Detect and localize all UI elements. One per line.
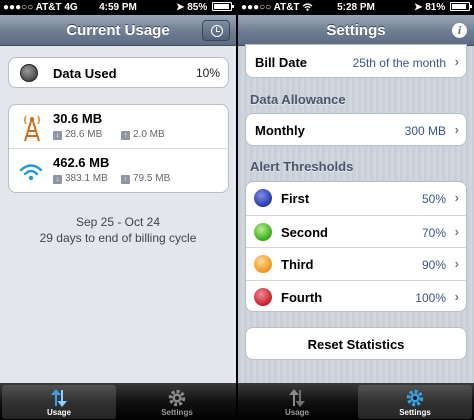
battery-icon — [450, 2, 472, 11]
wifi-down-value: 383.1 MB — [65, 173, 108, 184]
billing-range: Sep 25 - Oct 24 — [75, 215, 161, 229]
cellular-down: ↓ 28.6 MB — [53, 129, 102, 140]
tab-usage[interactable]: Usage — [2, 385, 116, 419]
threshold-label: Fourth — [281, 290, 323, 305]
location-icon: ➤ — [414, 2, 423, 13]
gear-icon — [406, 389, 424, 407]
chevron-right-icon: › — [454, 224, 459, 239]
tab-settings[interactable]: Settings — [120, 385, 234, 419]
threshold-color-icon — [254, 288, 272, 306]
data-used-card: Data Used 10% — [8, 57, 229, 88]
tab-settings-label: Settings — [399, 408, 431, 417]
threshold-value: 70% — [421, 226, 446, 240]
wifi-total: 462.6 MB — [53, 155, 110, 170]
chevron-right-icon: › — [454, 54, 459, 69]
wifi-icon — [19, 164, 43, 181]
data-used-value: 10% — [195, 66, 220, 80]
cellular-down-value: 28.6 MB — [65, 129, 103, 140]
page-title: Current Usage — [66, 22, 170, 39]
gear-icon — [168, 389, 186, 407]
download-icon: ↓ — [53, 131, 62, 140]
threshold-row-third[interactable]: Third 90% › — [246, 247, 466, 280]
section-data-allowance: Data Allowance — [250, 92, 346, 107]
cellular-up-value: 2.0 MB — [133, 129, 165, 140]
threshold-row-fourth[interactable]: Fourth 100% › — [246, 280, 466, 313]
tab-usage[interactable]: Usage — [240, 385, 354, 419]
download-icon: ↓ — [53, 175, 62, 184]
billing-remaining: 29 days to end of billing cycle — [39, 231, 197, 245]
data-used-label: Data Used — [53, 66, 117, 81]
bill-date-row[interactable]: Bill Date 25th of the month › — [246, 45, 466, 79]
tab-usage-label: Usage — [284, 408, 309, 417]
reset-statistics-button[interactable]: Reset Statistics — [245, 327, 467, 360]
tab-usage-label: Usage — [46, 408, 71, 417]
allowance-card: Monthly 300 MB › — [245, 113, 467, 146]
upload-icon: ↑ — [121, 131, 130, 140]
battery-percent: 81% — [425, 2, 446, 13]
threshold-value: 50% — [421, 192, 446, 206]
upload-icon: ↑ — [121, 175, 130, 184]
threshold-row-first[interactable]: First 50% › — [246, 182, 466, 215]
bill-date-value: 25th of the month — [352, 56, 446, 70]
nav-bar: Settings i — [238, 15, 474, 46]
threshold-color-icon — [254, 223, 272, 241]
cell-tower-icon — [24, 115, 40, 142]
tab-bar: Usage Settings — [0, 383, 236, 420]
battery-icon — [212, 2, 234, 11]
threshold-row-second[interactable]: Second 70% › — [246, 215, 466, 248]
settings-screen: ●●●○○ AT&T 5:28 PM ➤ 81% Settings i Bill… — [238, 0, 474, 420]
reset-statistics-label: Reset Statistics — [307, 337, 405, 352]
cellular-up: ↑ 2.0 MB — [121, 129, 165, 140]
battery-percent: 85% — [187, 2, 208, 13]
wifi-row: 462.6 MB ↓ 383.1 MB ↑ 79.5 MB — [9, 149, 228, 193]
threshold-label: First — [281, 191, 310, 206]
usage-arrows-icon — [51, 389, 67, 407]
page-title: Settings — [326, 22, 386, 39]
location-icon: ➤ — [176, 2, 185, 13]
wifi-up-value: 79.5 MB — [133, 173, 171, 184]
monthly-row[interactable]: Monthly 300 MB › — [246, 114, 466, 147]
chevron-right-icon: › — [454, 122, 459, 137]
usage-arrows-icon — [289, 389, 305, 407]
tab-bar: Usage Settings — [238, 383, 474, 420]
usage-breakdown-card: 30.6 MB ↓ 28.6 MB ↑ 2.0 MB 462.6 MB ↓ 383.1… — [8, 104, 229, 193]
bill-date-label: Bill Date — [255, 55, 308, 70]
chevron-right-icon: › — [454, 289, 459, 304]
billing-period-button[interactable] — [202, 20, 230, 41]
chevron-right-icon: › — [454, 190, 459, 205]
status-bar: ●●●○○ AT&T 5:28 PM ➤ 81% — [238, 0, 474, 15]
bill-date-card: Bill Date 25th of the month › — [245, 44, 467, 78]
cellular-row: 30.6 MB ↓ 28.6 MB ↑ 2.0 MB — [9, 105, 228, 149]
info-icon[interactable]: i — [452, 23, 467, 38]
usage-screen: ●●●○○ AT&T 4G 4:59 PM ➤ 85% Current Usag… — [0, 0, 236, 420]
battery-status: ➤ 85% — [176, 2, 234, 13]
threshold-value: 100% — [415, 291, 446, 305]
section-alert-thresholds: Alert Thresholds — [250, 159, 354, 174]
tab-settings-label: Settings — [161, 408, 193, 417]
threshold-label: Second — [281, 225, 328, 240]
clock-icon — [211, 25, 223, 37]
cellular-total: 30.6 MB — [53, 111, 103, 126]
wifi-up: ↑ 79.5 MB — [121, 173, 170, 184]
status-indicator-icon — [20, 64, 38, 82]
thresholds-card: First 50% › Second 70% › Third 90% › Fou… — [245, 181, 467, 312]
battery-status: ➤ 81% — [414, 2, 472, 13]
threshold-color-icon — [254, 189, 272, 207]
threshold-label: Third — [281, 257, 314, 272]
nav-bar: Current Usage — [0, 15, 236, 46]
monthly-value: 300 MB — [404, 124, 446, 138]
monthly-label: Monthly — [255, 123, 305, 138]
tab-settings[interactable]: Settings — [358, 385, 472, 419]
threshold-value: 90% — [421, 258, 446, 272]
chevron-right-icon: › — [454, 256, 459, 271]
wifi-down: ↓ 383.1 MB — [53, 173, 108, 184]
threshold-color-icon — [254, 255, 272, 273]
status-bar: ●●●○○ AT&T 4G 4:59 PM ➤ 85% — [0, 0, 236, 15]
